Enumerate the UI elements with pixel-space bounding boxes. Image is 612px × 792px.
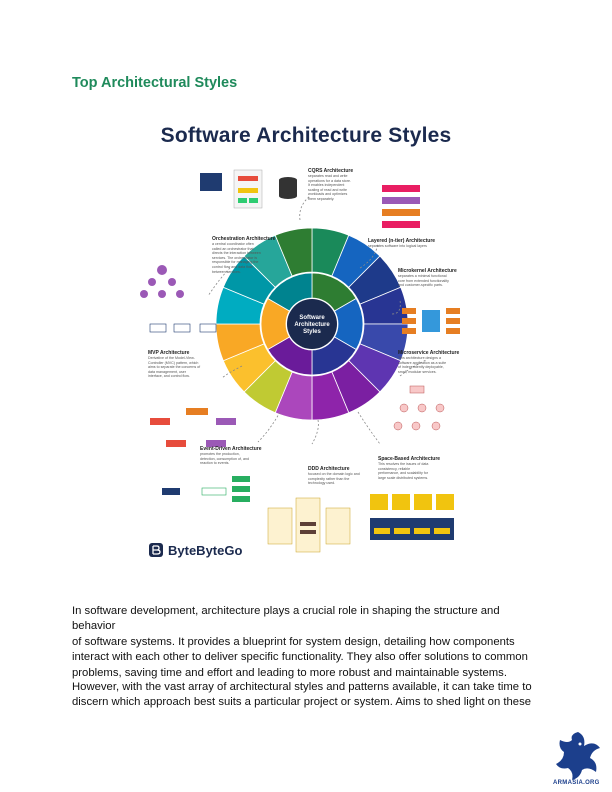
layered-section: Layered (n-tier) Architecture separates … xyxy=(368,238,478,249)
section-desc-line: separates software into logical layers xyxy=(368,244,427,248)
section-desc-line: between services. xyxy=(212,269,241,274)
mvp-section: MVP Architecture Derivative of the Model… xyxy=(148,350,226,379)
mvp-illustration xyxy=(150,408,236,447)
section-desc-line: interface, and control flow. xyxy=(148,374,190,379)
architecture-infographic: Software Architecture Styles Software Ar… xyxy=(130,118,482,576)
center-label-line: Software xyxy=(299,315,325,321)
section-desc-line: reaction to events. xyxy=(200,461,230,466)
paragraph-line: However, with the vast array of architec… xyxy=(72,681,532,693)
event-driven-section: Event-Driven Architecture promotes the p… xyxy=(200,446,280,466)
logo-caption: ARMASIA.ORG xyxy=(553,780,600,786)
brand-name: ByteByteGo xyxy=(168,542,243,558)
section-desc-line: them separately. xyxy=(308,196,335,201)
paragraph-line: discern which approach best suits a part… xyxy=(72,696,532,709)
orchestration-illustration xyxy=(140,265,217,333)
orchestration-section: Orchestration Architecture a central coo… xyxy=(212,236,290,274)
event-driven-illustration xyxy=(162,476,250,502)
ddd-illustration xyxy=(267,497,351,553)
dragon-logo-icon xyxy=(556,732,600,780)
paragraph-2: However, with the vast array of architec… xyxy=(72,680,542,711)
microkernel-illustration xyxy=(402,308,460,334)
space-based-section: Space-Based Architecture This resolves t… xyxy=(378,456,464,480)
center-label-line: Architecture xyxy=(294,322,330,328)
paragraph-line: interact with each other to deliver spec… xyxy=(72,651,528,664)
cqrs-section: CQRS Architecture separates read and wri… xyxy=(308,168,382,202)
architecture-wheel xyxy=(140,169,460,553)
paragraph-line: of software systems. It provides a bluep… xyxy=(72,635,515,648)
section-desc-line: large scale distributed systems. xyxy=(378,475,429,480)
paragraph-1: In software development, architecture pl… xyxy=(72,604,542,681)
bytebytego-logo-icon xyxy=(149,543,163,557)
section-heading: Top Architectural Styles xyxy=(72,75,238,91)
ddd-section: DDD Architecture focused on the domain l… xyxy=(308,466,388,486)
bytebytego-brand: ByteByteGo xyxy=(148,542,242,558)
paragraph-line: problems, saving time and effort and lea… xyxy=(72,666,507,679)
wheel-center-label: Software Architecture Styles xyxy=(280,315,344,336)
microservice-illustration xyxy=(393,385,445,431)
microkernel-section: Microkernel Architecture separates a min… xyxy=(398,268,480,288)
section-desc-line: small, modular services. xyxy=(398,369,437,374)
layered-illustration xyxy=(382,185,420,228)
microservice-section: Microservice Architecture This architect… xyxy=(398,350,478,374)
space-based-illustration xyxy=(370,494,454,540)
section-desc-line: and customer-specific parts. xyxy=(398,283,443,288)
section-desc-line: technology used. xyxy=(308,481,336,486)
paragraph-line: In software development, architecture pl… xyxy=(72,605,500,633)
center-label-line: Styles xyxy=(303,329,321,335)
cqrs-illustration xyxy=(200,169,297,209)
